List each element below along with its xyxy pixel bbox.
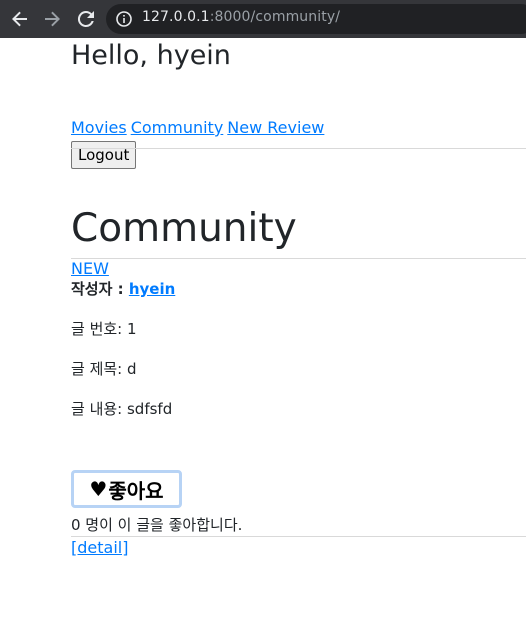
- post-content: 글 내용: sdfsfd: [71, 400, 173, 418]
- info-icon[interactable]: [116, 11, 132, 27]
- like-button-label: 좋아요: [108, 478, 164, 503]
- divider: [71, 258, 526, 259]
- like-button[interactable]: ♥ 좋아요: [71, 470, 182, 508]
- nav-link-movies[interactable]: Movies: [71, 118, 127, 137]
- main-nav: Movies Community New Review: [71, 118, 328, 137]
- post-title: 글 제목: d: [71, 360, 137, 378]
- browser-toolbar: 127.0.0.1:8000/community/: [0, 0, 526, 38]
- logout-button[interactable]: Logout: [71, 141, 137, 169]
- divider: [71, 148, 526, 149]
- post-author-row: 작성자 : hyein: [71, 278, 175, 299]
- back-arrow-icon[interactable]: [8, 7, 32, 31]
- post-number: 글 번호: 1: [71, 320, 137, 338]
- url-text[interactable]: 127.0.0.1:8000/community/: [142, 9, 340, 25]
- page-title: Community: [71, 206, 297, 251]
- forward-arrow-icon[interactable]: [40, 7, 64, 31]
- detail-link[interactable]: [detail]: [71, 538, 128, 557]
- author-label: 작성자 :: [71, 280, 129, 298]
- heart-icon: ♥: [89, 477, 108, 501]
- author-link[interactable]: hyein: [129, 280, 175, 298]
- url-host: 127.0.0.1: [142, 9, 210, 25]
- divider: [71, 536, 526, 537]
- nav-link-new-review[interactable]: New Review: [227, 118, 324, 137]
- nav-link-community[interactable]: Community: [131, 118, 224, 137]
- like-count-text: 0 명이 이 글을 좋아합니다.: [71, 516, 243, 534]
- url-path: :8000/community/: [209, 9, 341, 25]
- new-post-link[interactable]: NEW: [71, 259, 109, 278]
- greeting-heading: Hello, hyein: [71, 40, 231, 71]
- reload-icon[interactable]: [74, 7, 98, 31]
